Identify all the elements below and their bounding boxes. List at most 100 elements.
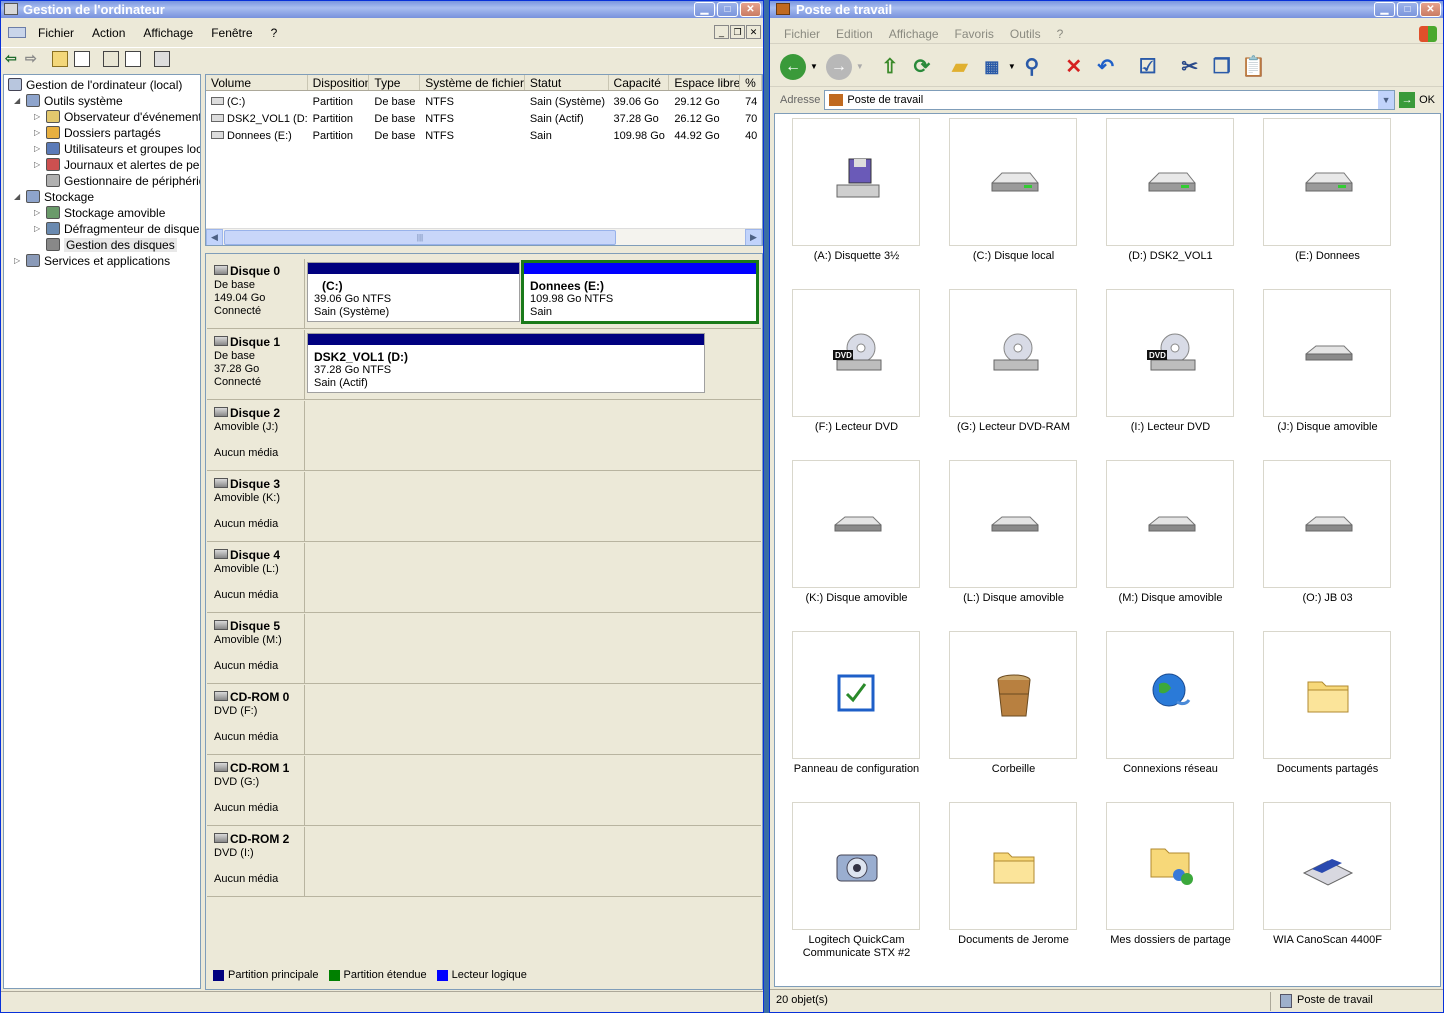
- expand-icon[interactable]: ▷: [34, 221, 42, 237]
- tree-item[interactable]: ▷ Observateur d'événements: [4, 109, 200, 125]
- menu-item[interactable]: Favoris: [947, 27, 1002, 41]
- file-item[interactable]: (C:) Disque local: [949, 118, 1106, 288]
- volume-list-scrollbar[interactable]: ◀ ||| ▶: [206, 228, 762, 245]
- volume-row[interactable]: DSK2_VOL1 (D:) Partition De base NTFS Sain (…: [206, 111, 762, 128]
- column-header[interactable]: Statut: [525, 75, 609, 90]
- expand-icon[interactable]: ▷: [34, 109, 42, 125]
- file-item[interactable]: DVD (F:) Lecteur DVD: [792, 289, 949, 459]
- mdi-minimize-button[interactable]: _: [714, 25, 729, 39]
- file-item[interactable]: (A:) Disquette 3½: [792, 118, 949, 288]
- views-dropdown-icon[interactable]: ▼: [1008, 62, 1016, 71]
- tree-item[interactable]: Gestionnaire de périphérique: [4, 173, 200, 189]
- folders-icon[interactable]: ▰: [944, 51, 976, 83]
- close-button[interactable]: ✕: [740, 2, 761, 17]
- file-item[interactable]: DVD (I:) Lecteur DVD: [1106, 289, 1263, 459]
- disk-label[interactable]: Disque 2 Amovible (J:) Aucun média: [207, 401, 305, 470]
- scroll-thumb[interactable]: |||: [224, 230, 616, 245]
- column-header[interactable]: Disposition: [308, 75, 370, 90]
- properties-icon[interactable]: [103, 50, 119, 67]
- menu-item[interactable]: Action: [83, 26, 134, 40]
- up-folder-icon[interactable]: [52, 50, 68, 67]
- properties-icon[interactable]: ☑: [1132, 51, 1164, 83]
- title-bar[interactable]: Gestion de l'ordinateur ▁ □ ✕: [1, 1, 763, 18]
- menu-item[interactable]: ?: [1049, 27, 1072, 41]
- file-item[interactable]: (K:) Disque amovible: [792, 460, 949, 630]
- file-item[interactable]: Documents de Jerome: [949, 802, 1106, 972]
- tree-item[interactable]: ▷ Dossiers partagés: [4, 125, 200, 141]
- minimize-button[interactable]: ▁: [1374, 2, 1395, 17]
- minimize-button[interactable]: ▁: [694, 2, 715, 17]
- scroll-left-button[interactable]: ◀: [206, 229, 223, 245]
- file-item[interactable]: (J:) Disque amovible: [1263, 289, 1420, 459]
- expand-icon[interactable]: ▷: [14, 253, 22, 269]
- title-bar[interactable]: Poste de travail ▁ □ ✕: [770, 1, 1443, 18]
- menu-item[interactable]: Outils: [1002, 27, 1049, 41]
- help-icon[interactable]: [125, 50, 141, 67]
- address-input[interactable]: Poste de travail ▼: [824, 90, 1396, 110]
- file-item[interactable]: Corbeille: [949, 631, 1106, 801]
- file-item[interactable]: Mes dossiers de partage: [1106, 802, 1263, 972]
- cut-icon[interactable]: ✂: [1174, 51, 1206, 83]
- maximize-button[interactable]: □: [717, 2, 738, 17]
- file-item[interactable]: (D:) DSK2_VOL1: [1106, 118, 1263, 288]
- tree-item[interactable]: ▷ Services et applications: [4, 253, 200, 269]
- scroll-right-button[interactable]: ▶: [745, 229, 762, 245]
- menu-item[interactable]: Edition: [828, 27, 881, 41]
- file-item[interactable]: (O:) JB 03: [1263, 460, 1420, 630]
- column-header[interactable]: Système de fichiers: [420, 75, 525, 90]
- tree-item[interactable]: ◢ Outils système: [4, 93, 200, 109]
- tree-item[interactable]: ▷ Défragmenteur de disque: [4, 221, 200, 237]
- menu-item[interactable]: ?: [262, 26, 287, 40]
- partition-block[interactable]: Donnees (E:) 109.98 Go NTFS Sain: [521, 260, 759, 324]
- forward-button[interactable]: →: [825, 53, 852, 80]
- views-icon[interactable]: ▦: [976, 51, 1008, 83]
- up-folder-icon[interactable]: ⇧: [874, 51, 906, 83]
- back-dropdown-icon[interactable]: ▼: [810, 62, 818, 71]
- mdi-restore-button[interactable]: ❐: [730, 25, 745, 39]
- menu-item[interactable]: Affichage: [134, 26, 202, 40]
- search-icon[interactable]: ⚲: [1016, 51, 1048, 83]
- undo-icon[interactable]: ↶: [1090, 51, 1122, 83]
- file-item[interactable]: Documents partagés: [1263, 631, 1420, 801]
- disk-label[interactable]: Disque 3 Amovible (K:) Aucun média: [207, 472, 305, 541]
- disk-label[interactable]: Disque 0 De base 149.04 Go Connecté: [207, 259, 305, 328]
- file-item[interactable]: Connexions réseau: [1106, 631, 1263, 801]
- menu-item[interactable]: Fenêtre: [202, 26, 261, 40]
- disk-label[interactable]: Disque 4 Amovible (L:) Aucun média: [207, 543, 305, 612]
- collapse-icon[interactable]: ◢: [14, 93, 22, 109]
- file-item[interactable]: Panneau de configuration: [792, 631, 949, 801]
- back-button[interactable]: ←: [780, 53, 806, 80]
- file-item[interactable]: (L:) Disque amovible: [949, 460, 1106, 630]
- go-button[interactable]: → OK: [1399, 92, 1443, 108]
- disk-label[interactable]: Disque 5 Amovible (M:) Aucun média: [207, 614, 305, 683]
- partition-block[interactable]: (C:) 39.06 Go NTFS Sain (Système): [307, 262, 520, 322]
- file-item[interactable]: (E:) Donnees: [1263, 118, 1420, 288]
- tree-item[interactable]: ▷ Utilisateurs et groupes locau: [4, 141, 200, 157]
- file-item[interactable]: WIA CanoScan 4400F: [1263, 802, 1420, 972]
- refresh-icon[interactable]: ⟳: [906, 51, 938, 83]
- expand-icon[interactable]: ▷: [34, 125, 42, 141]
- tree-item[interactable]: ▷ Stockage amovible: [4, 205, 200, 221]
- menu-item[interactable]: Fichier: [776, 27, 828, 41]
- file-item[interactable]: Logitech QuickCam Communicate STX #2: [792, 802, 949, 972]
- close-button[interactable]: ✕: [1420, 2, 1441, 17]
- disk-label[interactable]: Disque 1 De base 37.28 Go Connecté: [207, 330, 305, 399]
- copy-icon[interactable]: ❐: [1206, 51, 1238, 83]
- column-header[interactable]: Volume: [206, 75, 308, 90]
- show-hide-tree-icon[interactable]: [74, 50, 90, 67]
- column-header[interactable]: %: [740, 75, 762, 90]
- delete-icon[interactable]: ✕: [1058, 51, 1090, 83]
- expand-icon[interactable]: ▷: [34, 157, 42, 173]
- tree-root[interactable]: Gestion de l'ordinateur (local): [26, 78, 182, 92]
- paste-icon[interactable]: 📋: [1238, 51, 1270, 83]
- extra-tool-icon[interactable]: [154, 50, 170, 67]
- app-menu-icon[interactable]: [8, 27, 26, 38]
- volume-row[interactable]: Donnees (E:) Partition De base NTFS Sain 109.…: [206, 128, 762, 145]
- expand-icon[interactable]: ▷: [34, 141, 42, 157]
- tree-item[interactable]: Gestion des disques: [4, 237, 200, 253]
- disk-label[interactable]: CD-ROM 2 DVD (I:) Aucun média: [207, 827, 305, 896]
- forward-dropdown-icon[interactable]: ▼: [856, 62, 864, 71]
- file-item[interactable]: (M:) Disque amovible: [1106, 460, 1263, 630]
- partition-block[interactable]: DSK2_VOL1 (D:) 37.28 Go NTFS Sain (Actif): [307, 333, 705, 393]
- maximize-button[interactable]: □: [1397, 2, 1418, 17]
